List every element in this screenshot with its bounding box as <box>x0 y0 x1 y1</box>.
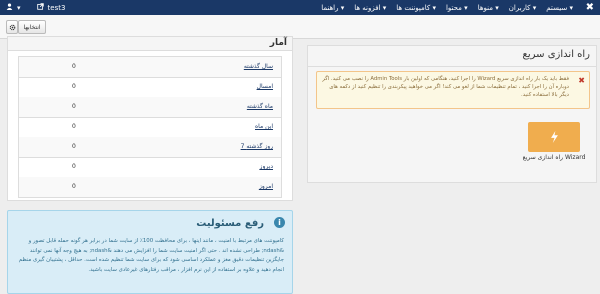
stats-title: آمار <box>269 38 287 48</box>
stat-label[interactable]: امروز <box>259 183 273 190</box>
dropdown-caret-icon[interactable]: ▾ <box>17 4 21 12</box>
stats-table: سال گذشته 0 امسال 0 ماه گذشته 0 این ماه … <box>18 56 282 198</box>
top-navbar: ✖ سیستم ▾ کاربران ▾ منوها ▾ محتوا ▾ کامپ… <box>0 0 600 15</box>
user-icon[interactable] <box>6 3 13 12</box>
menu-content[interactable]: محتوا ▾ <box>441 4 473 12</box>
external-link-icon[interactable] <box>36 3 44 12</box>
stat-label[interactable]: سال گذشته <box>244 63 273 70</box>
menu-system[interactable]: سیستم ▾ <box>541 4 578 12</box>
menu-users[interactable]: کاربران ▾ <box>504 4 542 12</box>
stat-value: 0 <box>72 103 76 110</box>
stat-label[interactable]: امسال <box>257 83 273 90</box>
quick-setup-wizard-label[interactable]: راه اندازی سریع Wizard <box>520 154 588 162</box>
site-name-link[interactable]: test3 <box>48 4 66 12</box>
stat-label[interactable]: 7 روز گذشته <box>241 143 273 150</box>
options-button[interactable]: انتخابها <box>18 20 46 34</box>
close-icon: ✖ <box>578 76 585 85</box>
stat-label[interactable]: ماه گذشته <box>247 103 273 110</box>
stat-value: 0 <box>72 143 76 150</box>
stat-value: 0 <box>72 183 76 190</box>
gear-icon <box>9 24 15 30</box>
stat-label[interactable]: دیروز <box>260 163 273 170</box>
disclaimer-title: رفع مسئولیت <box>196 218 264 229</box>
table-row: این ماه 0 <box>19 117 281 138</box>
quick-setup-panel: راه اندازی سریع ✖ فقط باید یک بار راه ان… <box>307 45 597 183</box>
table-row: امروز 0 <box>19 177 281 197</box>
menu-extensions[interactable]: افزونه ها ▾ <box>349 4 391 12</box>
table-row: سال گذشته 0 <box>19 57 281 78</box>
bolt-icon <box>550 131 558 143</box>
disclaimer-text: کامپوننت های مرتبط با امنیت ، مانند اینه… <box>18 238 284 273</box>
options-gear-button[interactable] <box>6 20 18 34</box>
stats-header: آمار <box>8 37 292 51</box>
stat-label[interactable]: این ماه <box>255 123 273 130</box>
warning-text: فقط باید یک بار راه اندازی سریع Wizard ر… <box>322 76 569 98</box>
stat-value: 0 <box>72 83 76 90</box>
table-row: 7 روز گذشته 0 <box>19 137 281 158</box>
main-menu: سیستم ▾ کاربران ▾ منوها ▾ محتوا ▾ کامپون… <box>316 0 578 15</box>
joomla-logo-icon[interactable]: ✖ <box>586 2 594 13</box>
quick-setup-warning: ✖ فقط باید یک بار راه اندازی سریع Wizard… <box>316 71 590 109</box>
menu-menus[interactable]: منوها ▾ <box>473 4 504 12</box>
menu-components[interactable]: کامپوننت ها ▾ <box>391 4 441 12</box>
disclaimer-alert: i رفع مسئولیت کامپوننت های مرتبط با امنی… <box>7 210 293 294</box>
stat-value: 0 <box>72 163 76 170</box>
table-row: دیروز 0 <box>19 157 281 178</box>
quick-setup-wizard-button[interactable] <box>528 122 580 152</box>
info-icon: i <box>274 217 285 228</box>
divider <box>308 66 596 67</box>
menu-help[interactable]: راهنما ▾ <box>316 4 349 12</box>
table-row: ماه گذشته 0 <box>19 97 281 118</box>
stats-panel: آمار سال گذشته 0 امسال 0 ماه گذشته 0 این… <box>7 36 293 201</box>
navbar-user-area: ▾ test3 <box>6 0 65 15</box>
table-row: امسال 0 <box>19 77 281 98</box>
quick-setup-title: راه اندازی سریع <box>522 49 590 60</box>
stat-value: 0 <box>72 123 76 130</box>
stat-value: 0 <box>72 63 76 70</box>
